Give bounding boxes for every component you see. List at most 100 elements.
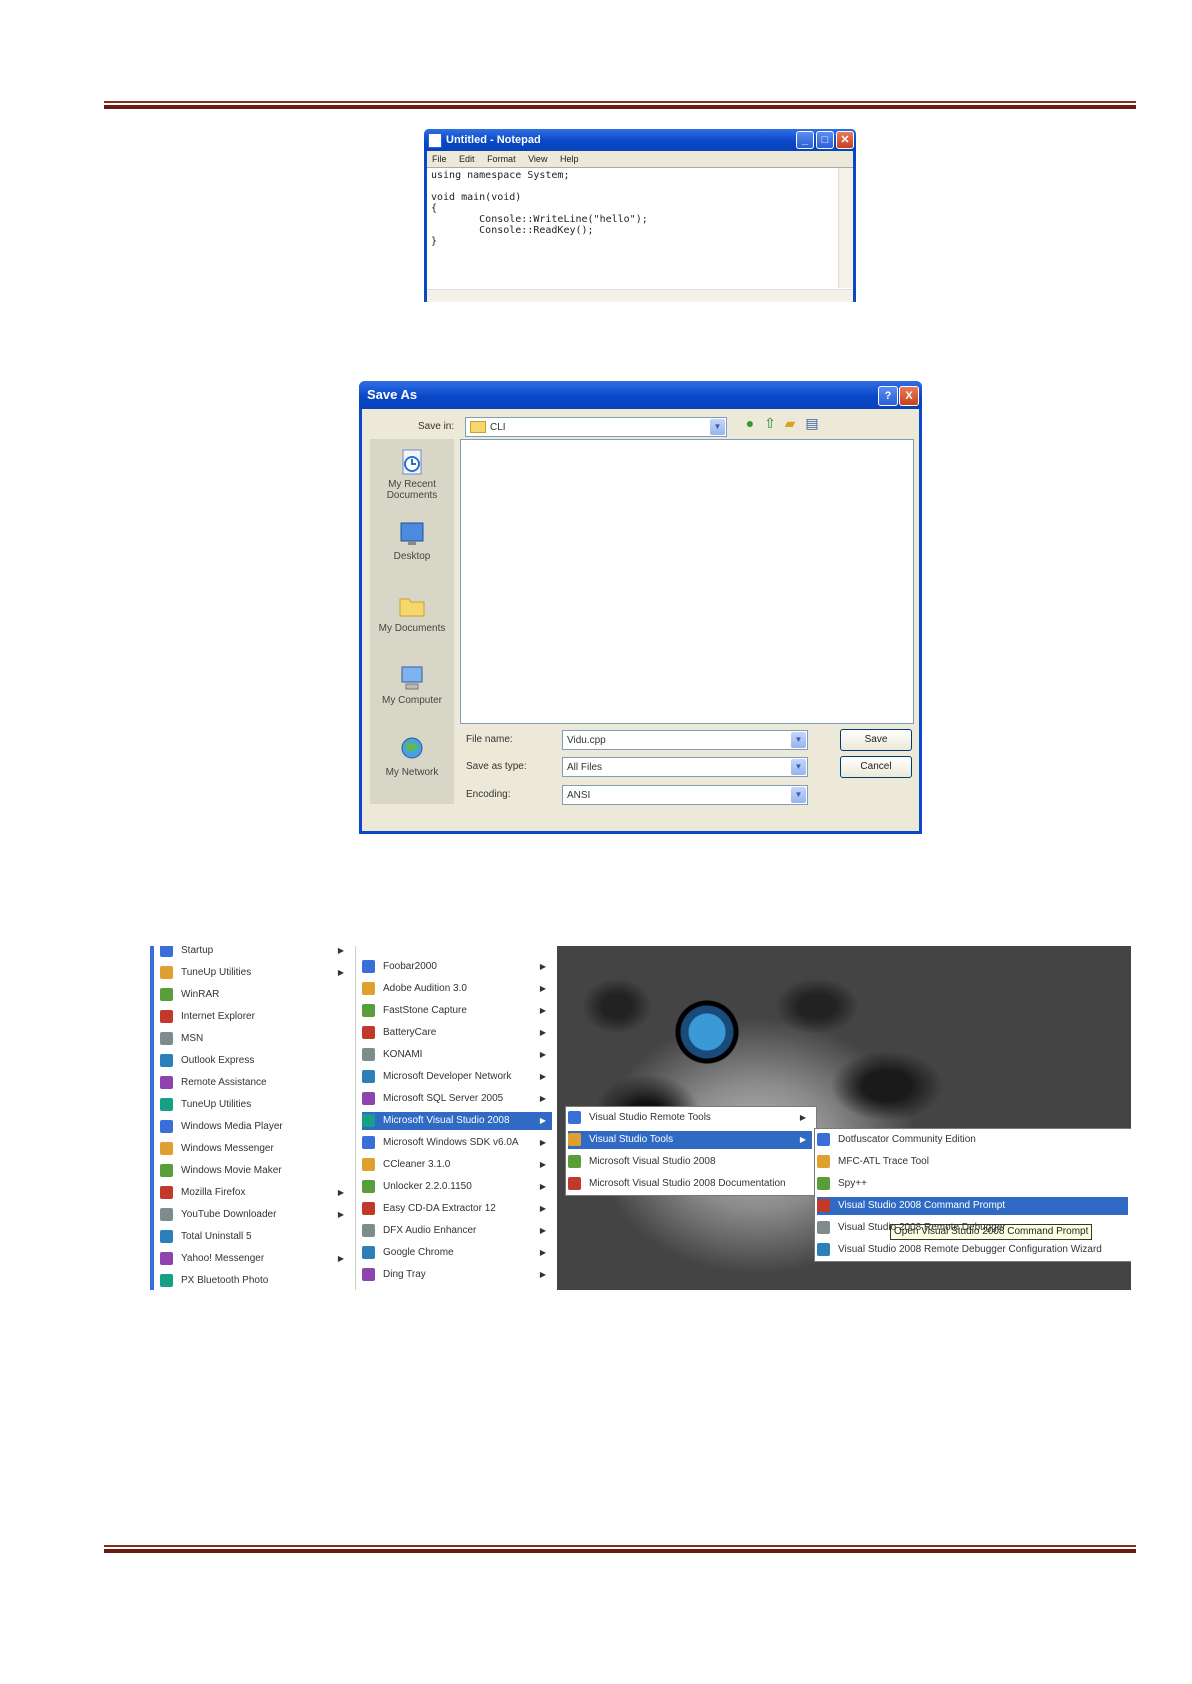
- horizontal-scrollbar[interactable]: [427, 289, 853, 302]
- start-col2-item[interactable]: KONAMI ▶: [362, 1046, 552, 1064]
- start-col2-item-label: Google Chrome: [383, 1247, 454, 1258]
- start-col2-item[interactable]: Adobe Audition 3.0 ▶: [362, 980, 552, 998]
- start-col2-item[interactable]: CCleaner 3.1.0 ▶: [362, 1156, 552, 1174]
- place-my-computer[interactable]: My Computer: [370, 663, 454, 706]
- vertical-scrollbar[interactable]: [838, 168, 853, 288]
- chevron-down-icon[interactable]: ▼: [791, 732, 806, 748]
- program-icon: [160, 1031, 173, 1045]
- place-my-documents[interactable]: My Documents: [370, 591, 454, 634]
- back-icon[interactable]: ●: [741, 414, 759, 432]
- help-button[interactable]: ?: [878, 386, 898, 406]
- vs-submenu-item[interactable]: Visual Studio Remote Tools ▶: [568, 1109, 812, 1127]
- start-col1-item[interactable]: Windows Messenger: [160, 1140, 350, 1158]
- chevron-right-icon: ▶: [539, 1006, 546, 1015]
- vs-submenu-item[interactable]: Visual Studio Tools ▶: [568, 1131, 812, 1149]
- save-in-value: CLI: [490, 422, 506, 433]
- start-col2-item[interactable]: Ding Tray ▶: [362, 1266, 552, 1284]
- file-name-value: Vidu.cpp: [567, 735, 606, 746]
- vs-tools-submenu-item[interactable]: Visual Studio 2008 Command Prompt: [817, 1197, 1128, 1215]
- menu-format[interactable]: Format: [487, 154, 516, 164]
- place-my-network[interactable]: My Network: [370, 735, 454, 778]
- start-col1-item[interactable]: Windows Media Player: [160, 1118, 350, 1136]
- start-col1-item[interactable]: Mozilla Firefox ▶: [160, 1184, 350, 1202]
- vs-tools-submenu-item[interactable]: Visual Studio 2008 Remote Debugger Confi…: [817, 1241, 1128, 1259]
- chevron-right-icon: ▶: [337, 1210, 344, 1219]
- start-col1-item[interactable]: Internet Explorer: [160, 1008, 350, 1026]
- vs-tools-submenu-item[interactable]: Dotfuscator Community Edition: [817, 1131, 1128, 1149]
- place-desktop[interactable]: Desktop: [370, 519, 454, 562]
- start-col1-item[interactable]: YouTube Downloader ▶: [160, 1206, 350, 1224]
- place-my-computer-label: My Computer: [381, 695, 442, 706]
- footer-rule: [104, 1545, 1136, 1554]
- menu-view[interactable]: View: [528, 154, 547, 164]
- start-col2-item-label: Microsoft Windows SDK v6.0A: [383, 1137, 519, 1148]
- start-col2-item[interactable]: Easy CD-DA Extractor 12 ▶: [362, 1200, 552, 1218]
- start-col2-item[interactable]: DFX Audio Enhancer ▶: [362, 1222, 552, 1240]
- vs-tools-submenu-item[interactable]: MFC-ATL Trace Tool: [817, 1153, 1128, 1171]
- chevron-down-icon[interactable]: ▼: [710, 419, 725, 435]
- cancel-button[interactable]: Cancel: [840, 756, 912, 778]
- program-icon: [160, 1273, 173, 1287]
- close-button[interactable]: ✕: [836, 131, 854, 149]
- notepad-title-bar[interactable]: Untitled - Notepad: [424, 129, 856, 151]
- save-button[interactable]: Save: [840, 729, 912, 751]
- new-folder-icon[interactable]: ▰: [781, 414, 799, 432]
- vs-tools-submenu-item[interactable]: Visual Studio 2008 Remote Debugger: [817, 1219, 1128, 1237]
- start-col2-item[interactable]: Microsoft SQL Server 2005 ▶: [362, 1090, 552, 1108]
- start-col1-item[interactable]: Yahoo! Messenger ▶: [160, 1250, 350, 1268]
- start-col1-item[interactable]: TuneUp Utilities: [160, 1096, 350, 1114]
- start-col2-item[interactable]: Unlocker 2.2.0.1150 ▶: [362, 1178, 552, 1196]
- start-col1-item[interactable]: Total Uninstall 5: [160, 1228, 350, 1246]
- start-col1-item[interactable]: PX Bluetooth Photo: [160, 1272, 350, 1290]
- menu-file[interactable]: File: [432, 154, 447, 164]
- chevron-down-icon[interactable]: ▼: [791, 787, 806, 803]
- program-icon: [160, 1251, 173, 1265]
- chevron-down-icon[interactable]: ▼: [791, 759, 806, 775]
- program-icon: [160, 1163, 173, 1177]
- my-documents-icon: [399, 598, 425, 617]
- file-name-input[interactable]: Vidu.cpp ▼: [562, 730, 808, 750]
- start-col1-item[interactable]: Remote Assistance: [160, 1074, 350, 1092]
- place-desktop-label: Desktop: [393, 551, 431, 562]
- program-icon: [817, 1176, 830, 1190]
- start-col1-item-label: WinRAR: [181, 989, 220, 1000]
- start-col1-item[interactable]: Outlook Express: [160, 1052, 350, 1070]
- place-recent[interactable]: My Recent Documents: [370, 447, 454, 501]
- start-col1-item[interactable]: WinRAR: [160, 986, 350, 1004]
- start-col1-item-label: YouTube Downloader: [181, 1209, 277, 1220]
- up-folder-icon[interactable]: ⇧: [761, 414, 779, 432]
- start-col2-item[interactable]: Microsoft Visual Studio 2008 ▶: [362, 1112, 552, 1130]
- save-in-combo[interactable]: CLI ▼: [465, 417, 727, 437]
- menu-edit[interactable]: Edit: [459, 154, 475, 164]
- menu-help[interactable]: Help: [560, 154, 579, 164]
- start-col2-item-label: Unlocker 2.2.0.1150: [383, 1181, 472, 1192]
- vs-submenu-item[interactable]: Microsoft Visual Studio 2008 Documentati…: [568, 1175, 812, 1193]
- save-as-type-label: Save as type:: [466, 761, 527, 772]
- start-col1-item[interactable]: Startup ▶: [160, 946, 350, 960]
- minimize-button[interactable]: _: [796, 131, 814, 149]
- start-col1-item[interactable]: MSN: [160, 1030, 350, 1048]
- file-list-area[interactable]: [460, 439, 914, 724]
- vs-submenu-item[interactable]: Microsoft Visual Studio 2008: [568, 1153, 812, 1171]
- close-dialog-button[interactable]: X: [899, 386, 919, 406]
- start-col2-item[interactable]: Foobar2000 ▶: [362, 958, 552, 976]
- maximize-button[interactable]: □: [816, 131, 834, 149]
- notepad-window: Untitled - Notepad _ □ ✕ File Edit Forma…: [424, 129, 856, 302]
- start-col2-item[interactable]: Google Chrome ▶: [362, 1244, 552, 1262]
- notepad-editor[interactable]: using namespace System; void main(void) …: [427, 167, 853, 302]
- vs-tools-submenu-item[interactable]: Spy++: [817, 1175, 1128, 1193]
- notepad-icon: [428, 133, 442, 148]
- views-menu-icon[interactable]: ▤: [803, 414, 821, 432]
- program-icon: [160, 987, 173, 1001]
- encoding-select[interactable]: ANSI ▼: [562, 785, 808, 805]
- start-col2-item[interactable]: FastStone Capture ▶: [362, 1002, 552, 1020]
- start-col2-item[interactable]: Microsoft Windows SDK v6.0A ▶: [362, 1134, 552, 1152]
- chevron-right-icon: ▶: [539, 984, 546, 993]
- start-col1-item[interactable]: TuneUp Utilities ▶: [160, 964, 350, 982]
- save-as-type-select[interactable]: All Files ▼: [562, 757, 808, 777]
- start-col1-item[interactable]: Windows Movie Maker: [160, 1162, 350, 1180]
- start-col2-item[interactable]: BatteryCare ▶: [362, 1024, 552, 1042]
- program-icon: [160, 1075, 173, 1089]
- save-as-title-bar[interactable]: Save As: [359, 381, 922, 409]
- start-col2-item[interactable]: Microsoft Developer Network ▶: [362, 1068, 552, 1086]
